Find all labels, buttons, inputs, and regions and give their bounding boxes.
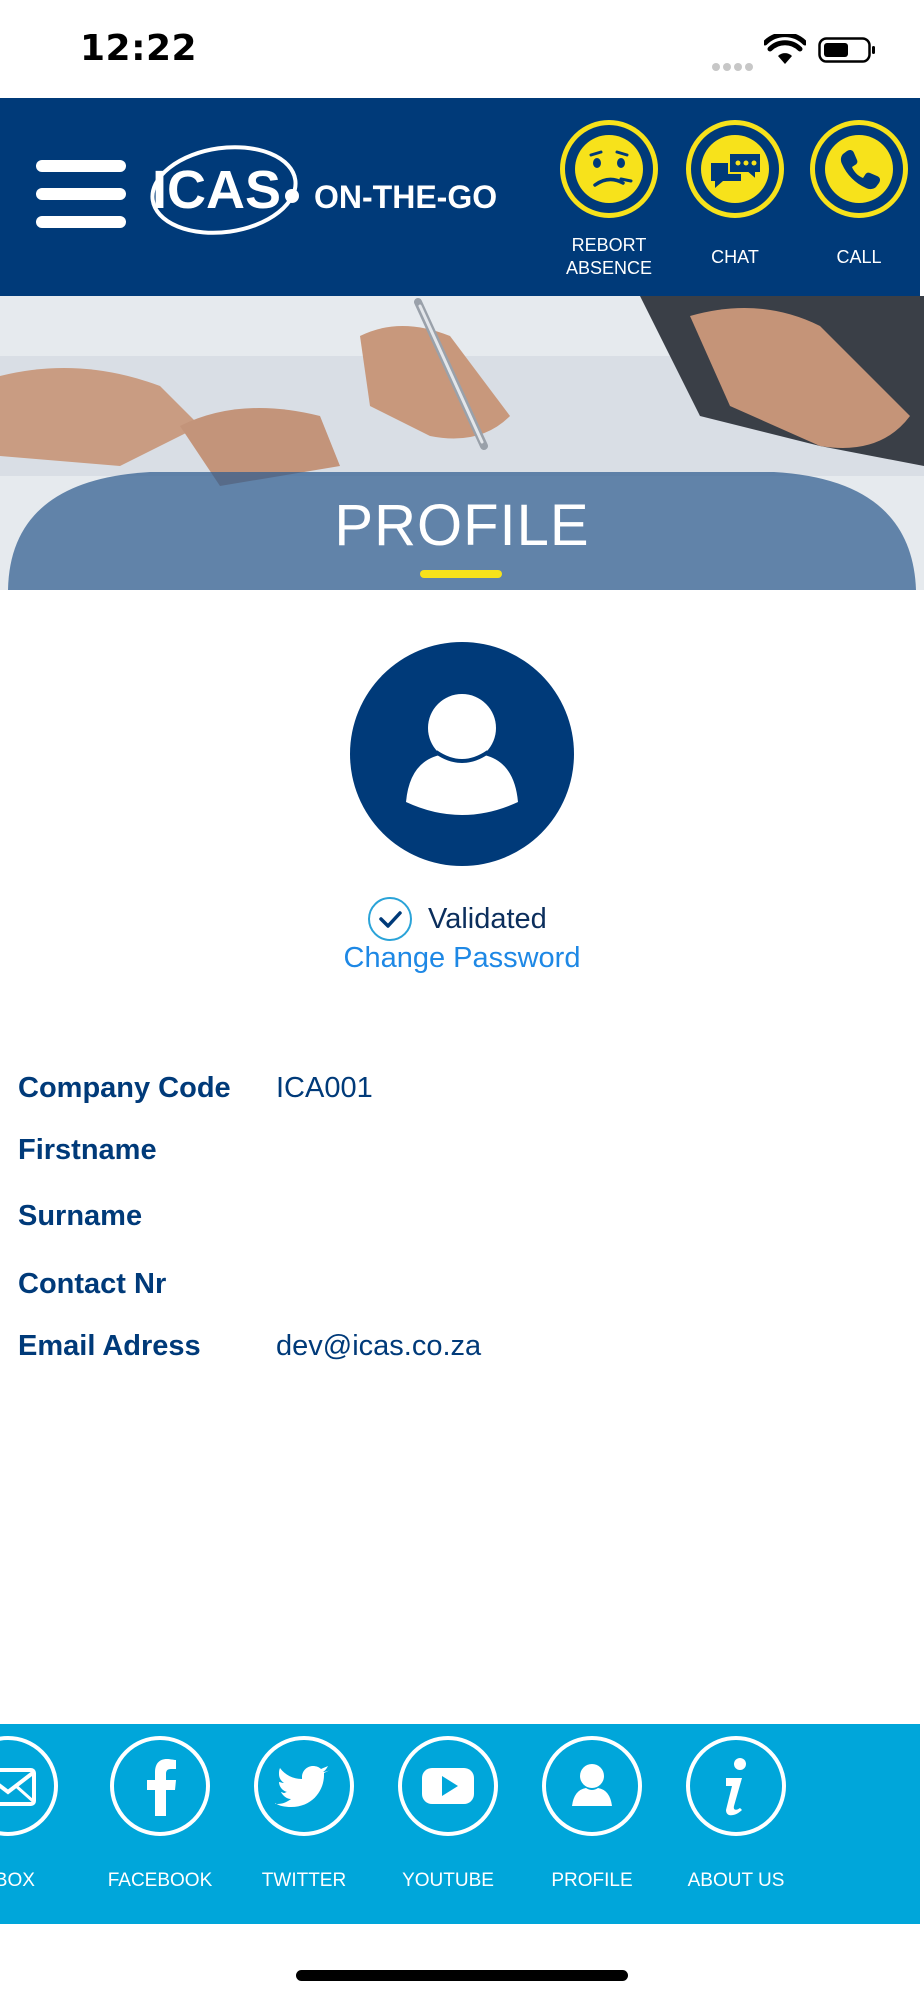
nav-facebook[interactable]: FACEBOOK	[88, 1736, 232, 1892]
nav-inbox[interactable]: NBOX	[0, 1736, 80, 1892]
user-icon	[542, 1736, 642, 1836]
validated-label: Validated	[428, 902, 547, 935]
status-bar: 12:22	[0, 0, 924, 98]
facebook-icon	[110, 1736, 210, 1836]
app-header: ICAS ON-THE-GO REBORT ABSENCE CHAT CALL	[0, 98, 920, 296]
user-silhouette-icon	[406, 694, 518, 815]
call-label: CALL	[836, 247, 882, 267]
svg-text:ON-THE-GO: ON-THE-GO	[314, 179, 497, 215]
nav-youtube-label: YOUTUBE	[402, 1870, 494, 1891]
envelope-icon	[0, 1736, 58, 1836]
status-time: 12:22	[80, 28, 198, 69]
svg-text:ICAS: ICAS	[152, 160, 281, 220]
chat-button[interactable]: CHAT	[680, 120, 790, 269]
check-circle-icon	[368, 897, 412, 941]
profile-banner: PROFILE	[0, 296, 924, 590]
email-address-value: dev@icas.co.za	[276, 1330, 482, 1362]
cellular-signal-icon	[712, 56, 756, 71]
icas-logo: ICAS ON-THE-GO	[150, 145, 497, 235]
surname-label: Surname	[18, 1200, 143, 1232]
validated-status: Validated	[368, 896, 547, 942]
title-underline	[420, 570, 502, 578]
bottom-nav: NBOX FACEBOOK TWITTER YOUTUBE	[0, 1724, 920, 1924]
home-indicator	[296, 1970, 628, 1981]
nav-profile[interactable]: PROFILE	[520, 1736, 664, 1892]
report-absence-label-line1: REBORT	[571, 235, 647, 255]
firstname-label: Firstname	[18, 1134, 157, 1166]
email-address-label: Email Adress	[18, 1330, 201, 1362]
youtube-icon	[398, 1736, 498, 1836]
nav-inbox-label: NBOX	[0, 1870, 35, 1891]
avatar	[350, 642, 574, 866]
company-code-value: ICA001	[276, 1072, 373, 1104]
call-button[interactable]: CALL	[804, 120, 914, 269]
chat-label: CHAT	[711, 247, 759, 267]
twitter-icon	[254, 1736, 354, 1836]
report-absence-label-line2: ABSENCE	[565, 258, 653, 278]
nav-twitter[interactable]: TWITTER	[232, 1736, 376, 1892]
contact-nr-label: Contact Nr	[18, 1268, 167, 1300]
chat-bubbles-icon	[686, 120, 784, 218]
phone-icon	[810, 120, 908, 218]
report-absence-button[interactable]: REBORT ABSENCE	[554, 120, 664, 280]
nav-youtube[interactable]: YOUTUBE	[376, 1736, 520, 1892]
wifi-icon	[764, 34, 806, 64]
nav-twitter-label: TWITTER	[261, 1870, 347, 1891]
nav-about-us-label: ABOUT US	[687, 1870, 785, 1891]
page-title: PROFILE	[334, 493, 590, 558]
nav-about-us[interactable]: ABOUT US	[664, 1736, 808, 1892]
hamburger-menu-icon[interactable]	[36, 160, 126, 230]
nav-profile-label: PROFILE	[551, 1870, 633, 1891]
nav-facebook-label: FACEBOOK	[107, 1870, 213, 1891]
battery-icon	[818, 37, 875, 63]
sad-face-icon	[560, 120, 658, 218]
company-code-label: Company Code	[18, 1072, 231, 1104]
change-password-link[interactable]: Change Password	[0, 942, 924, 975]
info-icon	[686, 1736, 786, 1836]
